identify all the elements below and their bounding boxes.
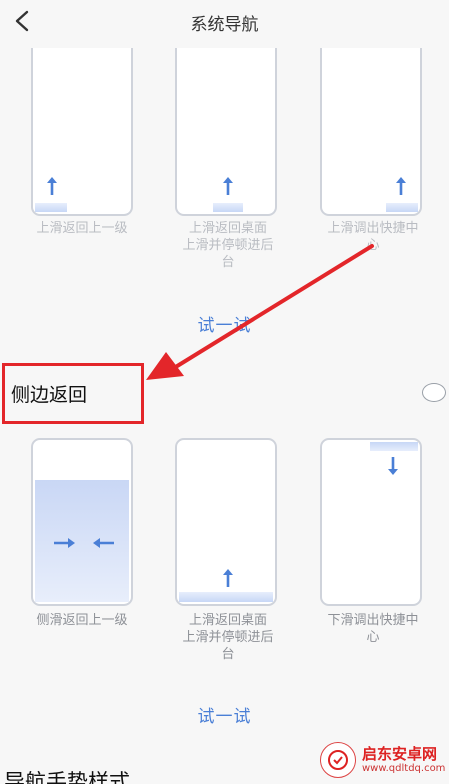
swipe-up-home-preview[interactable] <box>175 48 277 216</box>
watermark-name: 启东安卓网 <box>362 745 438 763</box>
annotation-highlight-box <box>2 363 144 424</box>
arrow-up-icon <box>223 177 233 195</box>
arrow-up-icon <box>47 177 57 195</box>
try-button-side-back[interactable]: 试一试 <box>0 702 449 727</box>
arrow-up-icon <box>396 177 406 195</box>
side-swipe-shortcut-caption: 下滑调出快捷中 心 <box>327 613 419 645</box>
side-swipe-back-preview[interactable] <box>31 438 133 606</box>
watermark-logo-icon <box>320 742 356 778</box>
swipe-up-shortcut-preview[interactable] <box>320 48 422 216</box>
next-section-title: 导航手势样式 <box>4 770 130 784</box>
swipe-up-back-preview[interactable] <box>31 48 133 216</box>
highlight-strip <box>213 203 243 212</box>
watermark-url: www.qdltdq.com <box>362 763 446 774</box>
highlight-strip <box>386 203 418 212</box>
header-bar: 系统导航 <box>0 0 449 44</box>
annotation-arrow-icon <box>146 244 374 380</box>
side-back-radio[interactable] <box>422 383 446 402</box>
side-swipe-shortcut-preview[interactable] <box>320 438 422 606</box>
arrow-left-icon <box>93 538 114 548</box>
highlight-strip <box>179 592 273 602</box>
swipe-up-back-caption: 上滑返回上一级 <box>36 221 128 236</box>
page-title: 系统导航 <box>190 15 259 35</box>
side-swipe-home-caption: 上滑返回桌面 上滑并停顿进后 台 <box>182 613 274 662</box>
side-swipe-home-preview[interactable] <box>175 438 277 606</box>
watermark: 启东安卓网 www.qdltdq.com <box>320 740 446 780</box>
arrow-down-icon <box>388 457 398 475</box>
highlight-strip <box>35 203 67 212</box>
arrow-up-icon <box>223 569 233 587</box>
side-swipe-back-caption: 侧滑返回上一级 <box>36 613 128 628</box>
highlight-strip <box>370 442 418 451</box>
arrow-right-icon <box>54 538 75 548</box>
